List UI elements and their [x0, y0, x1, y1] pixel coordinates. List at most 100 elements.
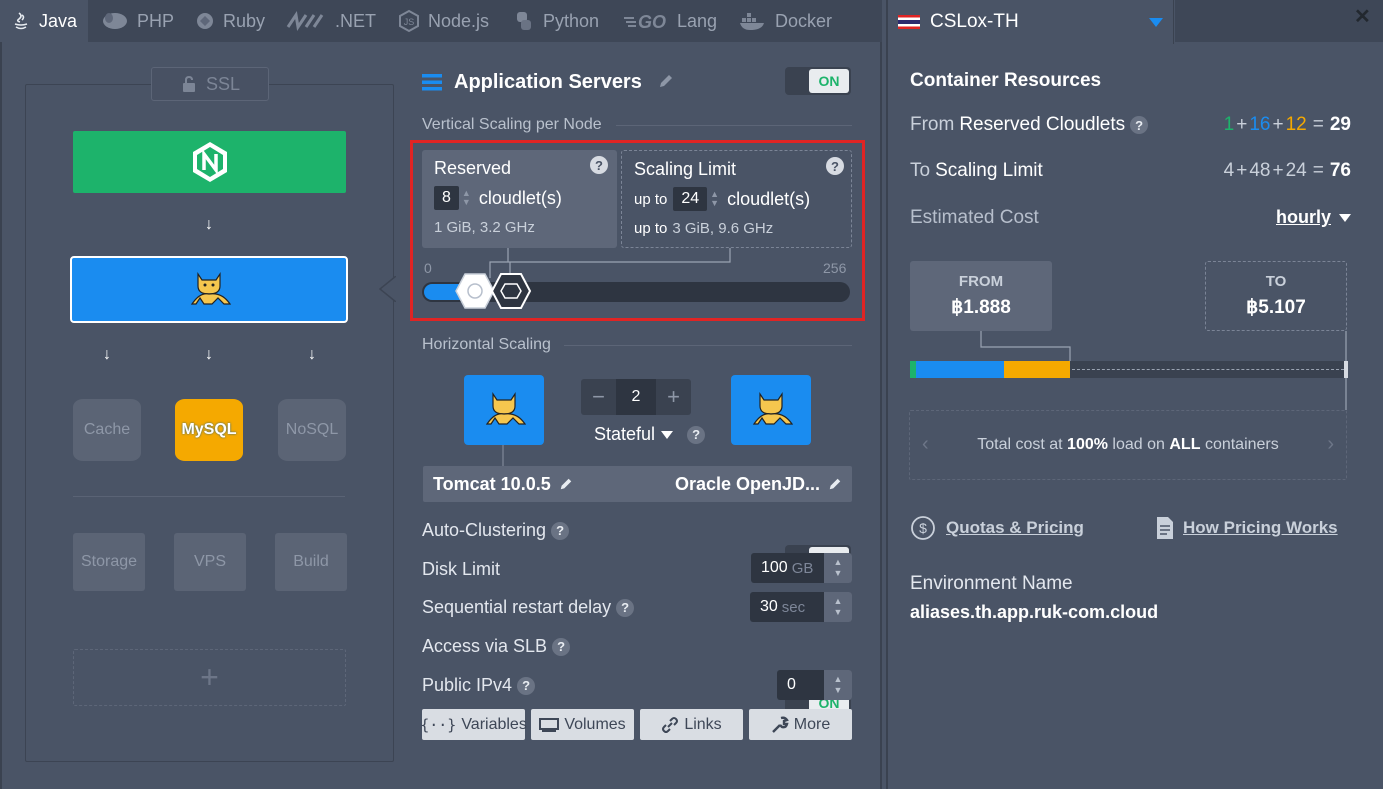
help-icon[interactable]: ?: [517, 676, 536, 695]
links-button[interactable]: Links: [640, 709, 743, 740]
sum-balancer: 4: [1223, 160, 1235, 181]
tab-java[interactable]: Java: [0, 0, 88, 42]
cost-bar-scaling: [1072, 369, 1344, 370]
braces-icon: {··}: [420, 715, 457, 734]
chevron-right-icon[interactable]: ›: [1327, 433, 1334, 456]
caret-down-icon: [1339, 213, 1351, 222]
limit-cloudlets-input[interactable]: 24: [673, 187, 708, 211]
help-icon[interactable]: ?: [590, 156, 608, 174]
cache-node[interactable]: Cache: [73, 399, 141, 461]
help-icon[interactable]: ?: [551, 521, 570, 540]
total-post: containers: [1204, 436, 1279, 453]
cost-period-value: hourly: [1275, 207, 1331, 227]
tab-label: Lang: [677, 10, 718, 31]
lock-open-icon: [182, 75, 195, 92]
nosql-node[interactable]: NoSQL: [278, 399, 346, 461]
mysql-logo-text: MySQL: [181, 421, 237, 438]
restart-delay-label: Sequential restart delay: [422, 597, 612, 617]
storage-label: Storage: [80, 553, 138, 570]
resources-title: Container Resources: [910, 70, 1102, 91]
help-icon[interactable]: ?: [552, 637, 571, 656]
tab-docker[interactable]: Docker: [738, 0, 832, 42]
volumes-button[interactable]: Volumes: [531, 709, 634, 740]
help-icon[interactable]: ?: [1130, 116, 1149, 134]
variables-button[interactable]: {··} Variables: [420, 709, 527, 740]
php-icon: [103, 13, 127, 29]
server-version: Tomcat 10.0.5: [433, 473, 551, 494]
limit-spinner[interactable]: ▲ ▼: [710, 190, 719, 208]
restart-delay-spinner[interactable]: ▲ ▼: [824, 592, 852, 622]
slb-label: Access via SLB: [422, 636, 548, 656]
reserved-cloudlets-card: Reserved ? 8 ▲ ▼ cloudlet(s) 1 GiB, 3.2 G…: [422, 150, 617, 248]
build-node[interactable]: Build: [275, 533, 347, 591]
server-version-selector[interactable]: Tomcat 10.0.5: [423, 474, 573, 495]
reserved-cloudlets-sum: 1 + 16 + 12 = 29: [1224, 114, 1351, 136]
sum-app: 48: [1249, 160, 1271, 181]
tab-ruby[interactable]: Ruby: [194, 0, 265, 42]
restart-delay-row: Sequential restart delay ?: [422, 597, 635, 618]
links-label: Links: [684, 715, 722, 733]
plus-icon: +: [200, 659, 219, 695]
total-pct: 100%: [1067, 436, 1108, 453]
pencil-icon[interactable]: [658, 73, 674, 89]
node-count-stepper[interactable]: − 2 +: [581, 379, 691, 415]
mysql-node[interactable]: MySQL: [175, 399, 243, 461]
cost-from-box: FROM ฿1.888: [910, 261, 1052, 331]
tab-nodejs[interactable]: JS Node.js: [397, 0, 489, 42]
tab-go-lang[interactable]: GO Lang: [624, 0, 717, 42]
decrement-button[interactable]: −: [581, 379, 616, 415]
node-count-value[interactable]: 2: [616, 379, 656, 415]
env-name-value[interactable]: aliases.th.app.ruk-com.cloud: [910, 602, 1158, 623]
sum-db: 24: [1285, 160, 1307, 181]
restart-delay-field[interactable]: 30 sec ▲ ▼: [750, 592, 852, 622]
menu-icon[interactable]: [422, 72, 442, 92]
reserved-spinner[interactable]: ▲ ▼: [462, 189, 471, 207]
flow-arrow: ↓: [205, 216, 213, 233]
layer-toggle[interactable]: ON: [785, 67, 851, 95]
add-node-button[interactable]: +: [73, 649, 346, 706]
restart-delay-unit: sec: [781, 598, 806, 616]
disk-limit-label: Disk Limit: [422, 559, 501, 579]
ipv4-spinner[interactable]: ▲ ▼: [824, 670, 852, 700]
vertical-scaling-title: Vertical Scaling per Node: [422, 116, 602, 133]
tab-dotnet[interactable]: .NET: [284, 0, 376, 42]
reserved-cloudlets-input[interactable]: 8: [434, 186, 459, 210]
increment-button[interactable]: +: [656, 379, 691, 415]
quotas-pricing-link[interactable]: $ Quotas & Pricing: [910, 515, 1084, 541]
help-icon[interactable]: ?: [826, 157, 844, 175]
from-caption: FROM: [958, 273, 1004, 290]
tomcat-app-server-node[interactable]: [70, 256, 348, 323]
storage-node[interactable]: Storage: [73, 533, 145, 591]
node-connector: [502, 445, 504, 467]
vps-node[interactable]: VPS: [174, 533, 246, 591]
tab-php[interactable]: PHP: [100, 0, 174, 42]
disk-limit-field[interactable]: 100 GB ▲ ▼: [751, 553, 852, 583]
dollar-circle-icon: $: [911, 516, 935, 540]
tomcat-instance-node[interactable]: [731, 375, 811, 445]
ipv4-count-field[interactable]: 0 ▲ ▼: [777, 670, 852, 700]
scaling-mode-dropdown[interactable]: Stateful ?: [594, 424, 706, 445]
chevron-left-icon[interactable]: ‹: [922, 433, 929, 456]
close-icon[interactable]: ✕: [1354, 4, 1371, 29]
ruby-icon: [197, 13, 213, 29]
more-button[interactable]: More: [749, 709, 852, 740]
scaling-mode-value: Stateful: [594, 424, 656, 444]
jdk-version-selector[interactable]: Oracle OpenJD...: [675, 474, 852, 495]
help-icon[interactable]: ?: [616, 598, 635, 617]
region-selector[interactable]: CSLox-TH: [888, 0, 1174, 44]
ipv4-count-value: 0: [787, 676, 796, 693]
help-icon[interactable]: ?: [687, 425, 706, 444]
disk-limit-spinner[interactable]: ▲ ▼: [824, 553, 852, 583]
limit-title: Scaling Limit: [634, 159, 737, 179]
how-pricing-works-link[interactable]: How Pricing Works: [1155, 515, 1338, 541]
from-price: ฿1.888: [951, 297, 1011, 318]
limit-slider-handle[interactable]: [490, 272, 532, 310]
tab-label: Node.js: [428, 10, 490, 31]
tomcat-instance-node[interactable]: [464, 375, 544, 445]
cost-period-dropdown[interactable]: hourly: [1276, 207, 1351, 228]
horizontal-scaling-title: Horizontal Scaling: [422, 336, 551, 353]
ssl-button[interactable]: SSL: [151, 67, 269, 101]
cost-bar-db: [1004, 361, 1070, 378]
nginx-load-balancer-node[interactable]: [73, 131, 346, 193]
tab-python[interactable]: Python: [512, 0, 599, 42]
